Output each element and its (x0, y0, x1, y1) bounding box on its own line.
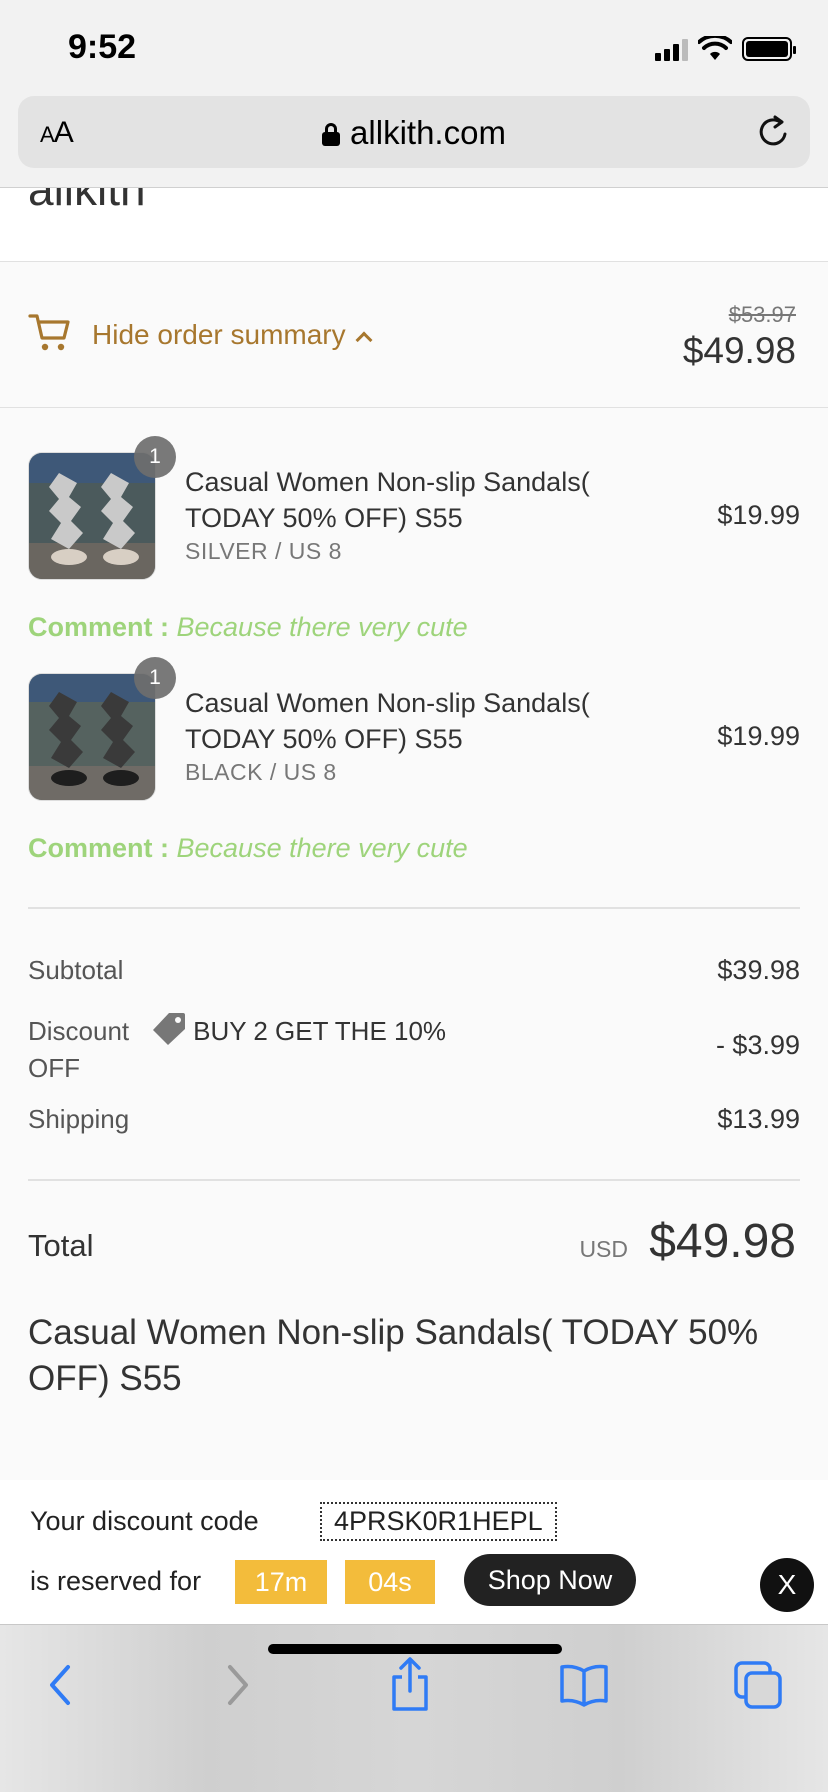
section-divider (28, 907, 800, 909)
discount-label: Discount (28, 1016, 130, 1046)
product-heading: Casual Women Non-slip Sandals( TODAY 50%… (28, 1313, 759, 1398)
item-comment: Comment : Because there very cute (28, 612, 468, 643)
grand-total: $49.98 (649, 1215, 796, 1268)
close-promo-button[interactable]: X (760, 1558, 814, 1612)
wifi-icon (698, 36, 732, 60)
subtotal-row: Subtotal $39.98 (28, 955, 800, 986)
total-label: Total (28, 1228, 94, 1263)
discount-label-off: OFF (28, 1053, 80, 1083)
address-bar[interactable]: AA allkith.com (18, 96, 810, 168)
item-price: $19.99 (717, 721, 800, 751)
product-thumbnail (28, 452, 156, 580)
store-logo[interactable]: allkith (28, 188, 146, 216)
item-variant: BLACK / US 8 (185, 759, 337, 785)
subtotal-value: $39.98 (717, 955, 800, 985)
discount-row: Discount BUY 2 GET THE 10% OFF - $3.99 (28, 1010, 800, 1083)
cellular-signal-icon (655, 37, 688, 61)
quantity-badge: 1 (134, 657, 176, 699)
shipping-value: $13.99 (717, 1104, 800, 1134)
cart-item: 1 Casual Women Non-slip Sandals( TODAY 5… (28, 657, 800, 801)
comment-label: Comment : (28, 612, 169, 642)
original-total: $53.97 (728, 302, 796, 327)
forward-icon[interactable] (206, 1655, 266, 1715)
section-divider (28, 1179, 800, 1181)
url-display[interactable]: allkith.com (18, 114, 810, 152)
discount-value: - $3.99 (715, 1030, 800, 1060)
promo-text-reserved: is reserved for (30, 1566, 202, 1596)
hide-order-summary-button[interactable]: Hide order summary (92, 319, 373, 351)
price-tag-icon (153, 1013, 186, 1045)
order-summary-toggle-bar[interactable]: Hide order summary $53.97 $49.98 (0, 262, 828, 408)
discount-code-box[interactable]: 4PRSK0R1HEPL (320, 1502, 557, 1541)
shop-now-button[interactable]: Shop Now (464, 1554, 636, 1606)
home-indicator (268, 1644, 562, 1654)
summary-total: $49.98 (682, 330, 796, 371)
promo-text: Your discount code (30, 1506, 259, 1536)
item-title: Casual Women Non-slip Sandals( TODAY 50%… (185, 467, 590, 533)
summary-toggle-label: Hide order summary (92, 319, 346, 350)
product-thumbnail (28, 673, 156, 801)
status-icons (655, 36, 796, 62)
status-bar: 9:52 (0, 0, 828, 92)
comment-text: Because there very cute (176, 612, 468, 642)
item-price: $19.99 (717, 500, 800, 530)
bookmarks-icon[interactable] (554, 1655, 614, 1715)
lock-icon (322, 123, 341, 146)
currency-label: USD (579, 1236, 628, 1262)
back-icon[interactable] (32, 1655, 92, 1715)
chevron-up-icon (355, 331, 373, 349)
item-variant: SILVER / US 8 (185, 538, 342, 564)
reload-icon[interactable] (754, 112, 794, 152)
quantity-badge: 1 (134, 436, 176, 478)
discount-code: BUY 2 GET THE 10% (193, 1016, 447, 1046)
discount-promo-banner: Your discount code 4PRSK0R1HEPL is reser… (0, 1480, 828, 1624)
comment-label: Comment : (28, 833, 169, 863)
battery-icon (742, 37, 796, 61)
shipping-label: Shipping (28, 1104, 130, 1134)
cart-icon (28, 314, 70, 351)
shipping-row: Shipping $13.99 (28, 1104, 800, 1135)
subtotal-label: Subtotal (28, 955, 124, 985)
share-icon[interactable] (380, 1655, 440, 1715)
item-comment: Comment : Because there very cute (28, 833, 468, 864)
url-text: allkith.com (350, 114, 506, 151)
timer-seconds: 04s (345, 1560, 435, 1604)
tabs-icon[interactable] (728, 1655, 788, 1715)
item-title: Casual Women Non-slip Sandals( TODAY 50%… (185, 688, 590, 754)
browser-address-area: AA allkith.com (0, 92, 828, 188)
cart-item: 1 Casual Women Non-slip Sandals( TODAY 5… (28, 436, 800, 580)
store-header: allkith (0, 188, 828, 262)
comment-text: Because there very cute (176, 833, 468, 863)
status-time: 9:52 (68, 28, 137, 66)
timer-minutes: 17m (235, 1560, 327, 1604)
